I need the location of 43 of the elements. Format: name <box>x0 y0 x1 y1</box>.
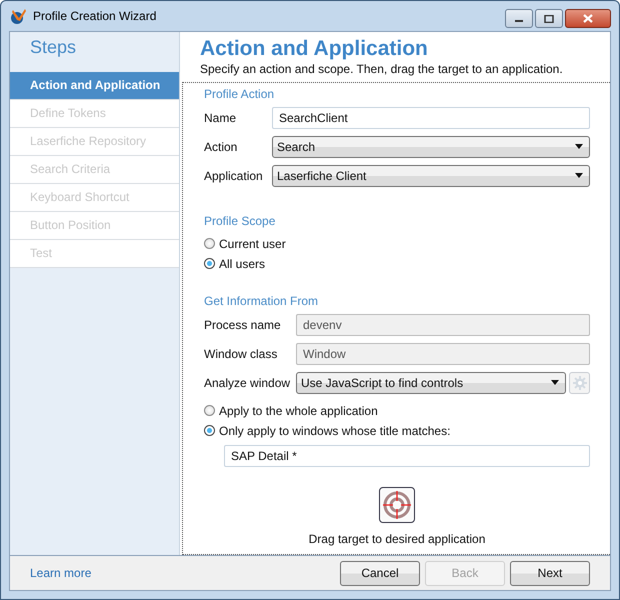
field-label: Application <box>204 168 264 183</box>
window-title: Profile Creation Wizard <box>33 8 158 23</box>
text-field[interactable]: SearchClient <box>272 106 590 129</box>
field-label: Name <box>204 110 238 125</box>
step-item[interactable]: Action and Application <box>10 72 179 100</box>
dropdown[interactable]: Laserfiche Client <box>272 164 590 187</box>
radio-label: Only apply to windows whose title matches: <box>219 424 450 438</box>
dropdown[interactable]: Use JavaScript to find controls <box>296 372 566 394</box>
target-caption: Drag target to desired application <box>308 532 486 546</box>
field-label: Process name <box>204 318 282 332</box>
dropdown[interactable]: Search <box>272 136 590 158</box>
sidebar-title: Steps <box>29 36 78 59</box>
target-button[interactable] <box>379 486 415 523</box>
maximize-button[interactable] <box>535 9 563 28</box>
title-match-field[interactable]: SAP Detail * <box>224 444 590 467</box>
settings-icon <box>572 376 586 390</box>
page-subtitle: Specify an action and scope. Then, drag the target to an application. <box>199 62 564 76</box>
field-label: Window class <box>204 346 278 361</box>
wizard-button[interactable]: Next <box>510 560 590 586</box>
maximize-icon <box>544 14 554 22</box>
field-label: Action <box>204 140 238 154</box>
caret-icon <box>575 173 583 178</box>
learn-more-link[interactable]: Learn more <box>30 566 92 580</box>
radio-button[interactable] <box>204 425 215 436</box>
field-label: Analyze window <box>204 376 292 390</box>
radio-label: Apply to the whole application <box>219 404 378 418</box>
app-logo-icon <box>9 6 27 25</box>
section-heading: Get Information From <box>204 294 320 308</box>
section-heading: Profile Action <box>204 86 276 101</box>
crosshair-icon <box>382 490 412 520</box>
close-button[interactable] <box>565 9 611 28</box>
close-icon <box>583 14 593 23</box>
caret-icon <box>551 380 559 386</box>
radio-label: Current user <box>219 236 286 251</box>
radio-button[interactable] <box>204 258 215 270</box>
caret-icon <box>575 144 583 150</box>
radio-button[interactable] <box>204 238 215 250</box>
radio-label: All users <box>219 256 266 271</box>
section-heading: Profile Scope <box>204 214 276 228</box>
radio-button[interactable] <box>204 405 215 416</box>
wizard-button[interactable]: Cancel <box>340 560 420 586</box>
minimize-button[interactable] <box>505 9 533 28</box>
page-title: Action and Application <box>199 36 429 62</box>
